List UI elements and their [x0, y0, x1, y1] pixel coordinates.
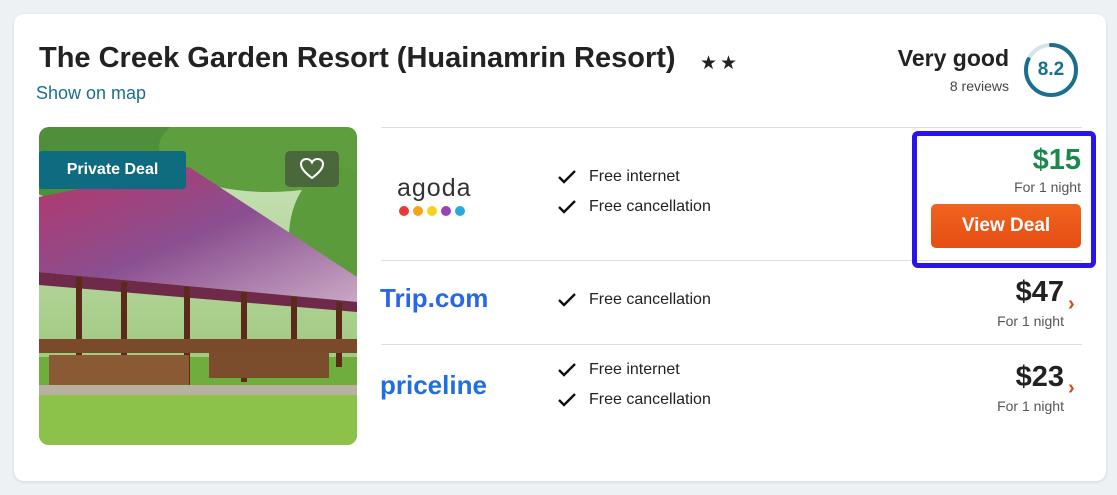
- agoda-dots-icon: [399, 206, 465, 216]
- check-icon: [558, 200, 576, 214]
- trip-com-logo[interactable]: Trip.com: [380, 283, 488, 314]
- hotel-name[interactable]: The Creek Garden Resort (Huainamrin Reso…: [39, 42, 676, 75]
- check-icon: [558, 293, 576, 307]
- chevron-right-icon[interactable]: ›: [1068, 377, 1075, 400]
- rating-label: Very good: [897, 45, 1009, 71]
- check-icon: [558, 363, 576, 377]
- offer-divider: [381, 127, 1082, 128]
- per-night-label: For 1 night: [997, 398, 1064, 414]
- offer-divider: [381, 344, 1082, 345]
- highlight-annotation: [912, 131, 1096, 268]
- favorite-button[interactable]: [285, 151, 339, 187]
- amenity-item: Free cancellation: [557, 291, 711, 309]
- amenity-item: Free internet: [557, 361, 680, 379]
- star-rating: ★★: [700, 53, 741, 74]
- rating-score: 8.2: [1037, 59, 1065, 80]
- show-on-map-link[interactable]: Show on map: [36, 83, 146, 104]
- per-night-label: For 1 night: [997, 313, 1064, 329]
- chevron-right-icon[interactable]: ›: [1068, 293, 1075, 316]
- hotel-card: The Creek Garden Resort (Huainamrin Reso…: [14, 14, 1106, 481]
- rating-summary: Very good 8 reviews: [898, 45, 1009, 94]
- heart-icon: [299, 157, 325, 180]
- private-deal-badge: Private Deal: [39, 151, 186, 189]
- check-icon: [558, 170, 576, 184]
- amenity-item: Free internet: [557, 168, 680, 186]
- priceline-logo[interactable]: priceline: [380, 370, 487, 401]
- review-count[interactable]: 8 reviews: [898, 78, 1009, 94]
- amenity-item: Free cancellation: [557, 198, 711, 216]
- rating-score-badge: 8.2: [1022, 41, 1080, 99]
- offer-price[interactable]: $23: [1016, 361, 1064, 394]
- offer-price[interactable]: $47: [1016, 276, 1064, 309]
- check-icon: [558, 393, 576, 407]
- amenity-item: Free cancellation: [557, 391, 711, 409]
- agoda-logo[interactable]: agoda: [397, 174, 477, 217]
